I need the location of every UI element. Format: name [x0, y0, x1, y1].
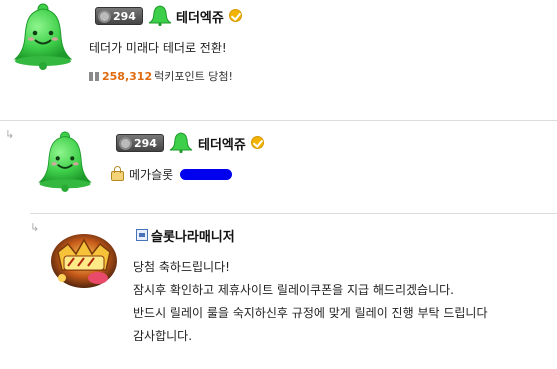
- points-value: 258,312: [102, 69, 153, 83]
- comment-line-3: 반드시 릴레이 룰을 숙지하신후 규정에 맞게 릴레이 진행 부탁 드립니다: [133, 306, 488, 320]
- comment-line-4: 감사합니다.: [133, 329, 193, 343]
- comment-text: 테더가 미래다 테더로 전환!: [89, 41, 227, 55]
- verified-check-icon: [251, 136, 264, 149]
- level-badge: 294: [95, 7, 143, 25]
- mini-bell-icon: [148, 5, 172, 26]
- nickname[interactable]: 슬롯나라매니저: [151, 226, 235, 245]
- nickname[interactable]: 테더엑쥬: [198, 134, 246, 153]
- verified-check-icon: [229, 9, 242, 22]
- manager-avatar-icon[interactable]: [48, 230, 120, 292]
- level-number: 294: [134, 136, 157, 150]
- comment-line-1: 당첨 축하드립니다!: [133, 260, 230, 274]
- comment-line-2: 잠시후 확인하고 제휴사이트 릴레이쿠폰을 지급 해드리겠습니다.: [133, 283, 454, 297]
- nickname[interactable]: 테더엑쥬: [176, 7, 224, 26]
- reply-arrow-icon: ↳: [30, 221, 40, 234]
- gear-badge-icon: [98, 9, 111, 23]
- level-badge: 294: [116, 134, 164, 152]
- gift-icon: [89, 71, 99, 81]
- gear-badge-icon: [119, 136, 132, 150]
- green-bell-avatar-icon[interactable]: [10, 3, 76, 71]
- lucky-points: 258,312 럭키포인트 당첨!: [89, 68, 233, 84]
- level-number: 294: [113, 9, 136, 23]
- mini-bell-icon: [169, 132, 193, 153]
- green-bell-avatar-icon[interactable]: [35, 130, 95, 194]
- manager-icon: [136, 229, 148, 241]
- divider: [30, 213, 557, 214]
- reply-arrow-icon: ↳: [5, 128, 15, 141]
- comment-text: 메가슬롯: [129, 168, 174, 182]
- lock-icon: [111, 166, 124, 181]
- points-label: 럭키포인트 당첨!: [154, 70, 233, 83]
- redacted-text: [180, 169, 232, 180]
- divider: [0, 120, 557, 121]
